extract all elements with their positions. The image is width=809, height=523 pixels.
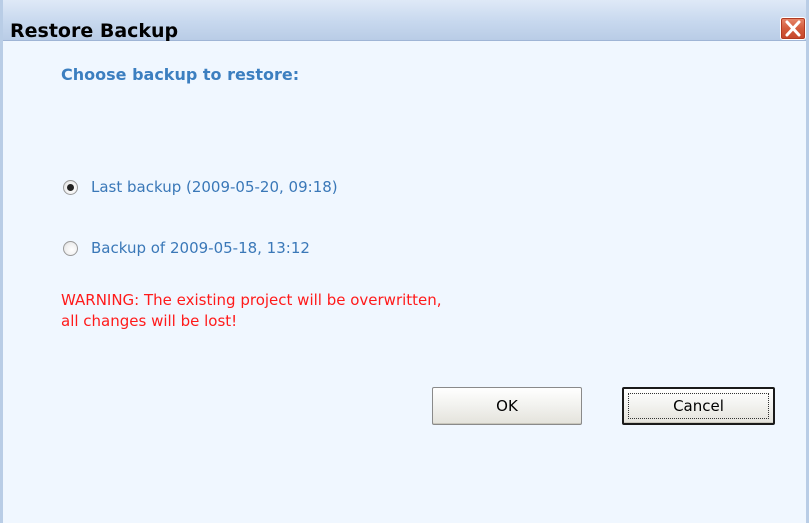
close-button[interactable]	[780, 17, 806, 40]
ok-button-label: OK	[496, 397, 518, 415]
radio-option-older-backup[interactable]: Backup of 2009-05-18, 13:12	[63, 237, 310, 259]
warning-line-2: all changes will be lost!	[61, 312, 238, 330]
title-bar[interactable]: Restore Backup	[3, 0, 806, 42]
radio-option-last-backup[interactable]: Last backup (2009-05-20, 09:18)	[63, 176, 338, 198]
overwrite-warning: WARNING: The existing project will be ov…	[61, 290, 442, 332]
dialog-body	[3, 41, 806, 523]
focus-rectangle	[628, 393, 769, 419]
radio-selected-dot	[67, 183, 74, 191]
radio-button-older-backup[interactable]	[63, 240, 78, 256]
close-icon	[785, 20, 801, 37]
warning-line-1: WARNING: The existing project will be ov…	[61, 291, 442, 309]
ok-button[interactable]: OK	[432, 387, 582, 425]
window-title: Restore Backup	[10, 20, 179, 42]
choose-backup-heading: Choose backup to restore:	[61, 65, 300, 84]
radio-label-older-backup[interactable]: Backup of 2009-05-18, 13:12	[91, 239, 310, 257]
restore-backup-dialog: Restore Backup Choose backup to restore:…	[0, 0, 809, 523]
cancel-button[interactable]: Cancel	[622, 387, 775, 425]
radio-label-last-backup[interactable]: Last backup (2009-05-20, 09:18)	[91, 178, 338, 196]
radio-button-last-backup[interactable]	[63, 179, 78, 195]
